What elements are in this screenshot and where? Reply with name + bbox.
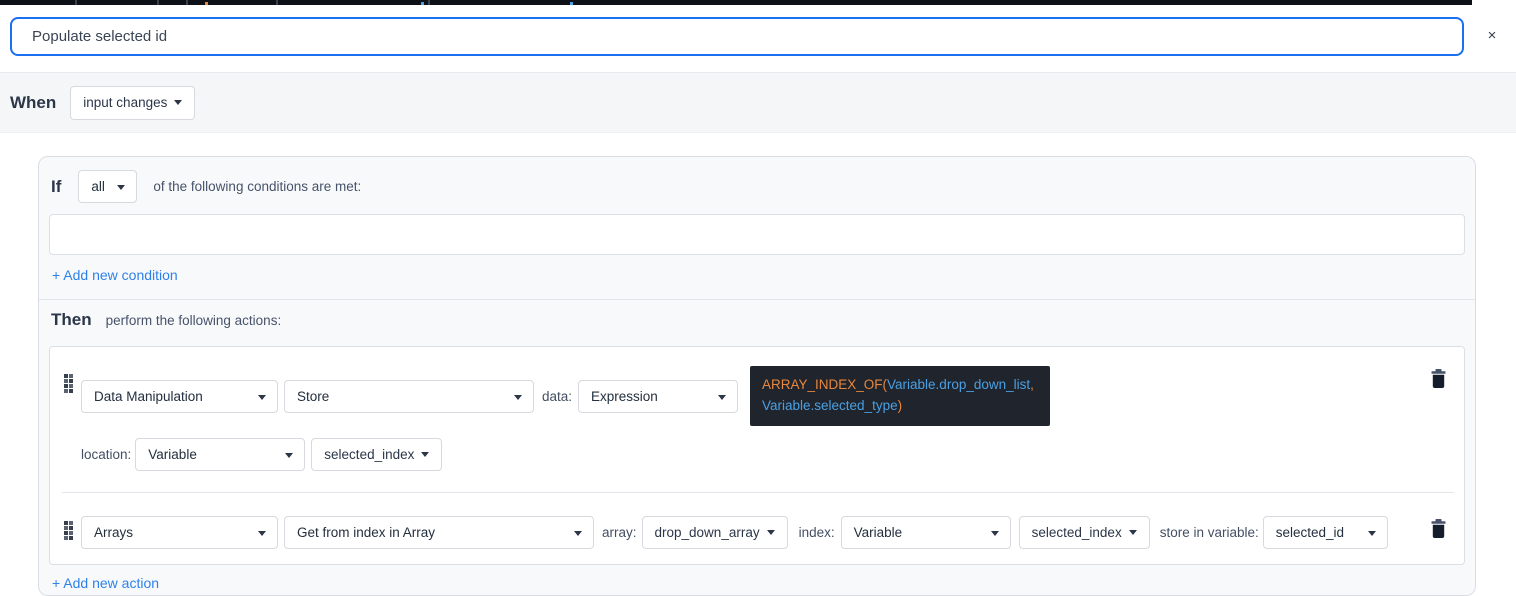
action-operation-value: Store <box>297 389 330 404</box>
data-field-label: data: <box>542 389 573 404</box>
tab-favicon-speck <box>205 2 208 5</box>
chevron-down-icon <box>174 100 183 105</box>
delete-action-icon[interactable] <box>1431 369 1446 392</box>
tab-separator <box>186 0 188 5</box>
chevron-down-icon <box>1128 530 1137 535</box>
chevron-down-icon <box>117 184 126 190</box>
expression-arg2-token: Variable.selected_type <box>762 398 898 413</box>
location-type-value: Variable <box>148 447 197 462</box>
condition-match-dropdown[interactable]: all <box>78 170 138 203</box>
section-divider <box>39 299 1475 300</box>
then-label: Then <box>51 310 92 329</box>
index-field-label: index: <box>798 525 835 540</box>
if-label: If <box>51 176 62 196</box>
when-event-dropdown[interactable]: input changes <box>70 85 196 120</box>
expression-arg1-token: Variable.drop_down_list <box>887 377 1031 392</box>
empty-condition-box[interactable] <box>49 214 1465 255</box>
drag-handle-icon[interactable] <box>64 521 74 541</box>
add-action-button[interactable]: + Add new action <box>52 575 159 591</box>
chevron-down-icon <box>514 394 522 400</box>
when-row: When input changes <box>0 72 1516 133</box>
chevron-down-icon <box>258 394 266 400</box>
index-variable-dropdown[interactable]: selected_index <box>1018 516 1150 549</box>
rule-panel: If all of the following conditions are m… <box>38 156 1476 596</box>
chevron-down-icon <box>990 530 999 536</box>
chevron-down-icon <box>421 452 430 457</box>
data-type-value: Expression <box>591 389 658 404</box>
tab-favicon-speck <box>421 2 424 5</box>
location-field-label: location: <box>81 447 132 462</box>
tab-separator <box>157 0 159 5</box>
data-type-select[interactable]: Expression <box>578 380 739 413</box>
expression-code-editor[interactable]: ARRAY_INDEX_OF(Variable.drop_down_list, … <box>750 366 1050 426</box>
delete-action-icon[interactable] <box>1431 519 1446 542</box>
action-operation-value: Get from index in Array <box>297 525 436 540</box>
expression-close-paren-token: ) <box>897 398 903 413</box>
location-type-select[interactable]: Variable <box>135 438 306 471</box>
close-icon[interactable]: × <box>1481 25 1503 47</box>
action-category-value: Data Manipulation <box>94 389 203 404</box>
action-category-select[interactable]: Arrays <box>81 516 278 549</box>
actions-card: Data Manipulation Store data: Expression… <box>49 346 1465 565</box>
action-operation-select[interactable]: Get from index in Array <box>284 516 594 549</box>
action-operation-select[interactable]: Store <box>284 380 534 413</box>
chevron-down-icon <box>1367 530 1376 536</box>
action-category-value: Arrays <box>94 525 134 540</box>
array-variable-value: drop_down_array <box>654 525 760 540</box>
action-row-2: Arrays Get from index in Array array: dr… <box>81 516 1388 549</box>
expression-comma-token: , <box>1030 377 1034 392</box>
add-condition-button[interactable]: + Add new condition <box>52 267 178 283</box>
then-row: Then perform the following actions: <box>51 310 281 330</box>
tab-separator <box>276 0 278 5</box>
then-suffix-text: perform the following actions: <box>105 312 282 328</box>
if-row: If all of the following conditions are m… <box>51 170 361 203</box>
index-variable-value: selected_index <box>1031 525 1122 540</box>
condition-match-value: all <box>91 179 105 194</box>
store-in-variable-label: store in variable: <box>1159 525 1259 540</box>
when-label: When <box>10 92 57 112</box>
chevron-down-icon <box>766 530 775 535</box>
store-variable-select[interactable]: selected_id <box>1262 516 1388 549</box>
index-type-value: Variable <box>853 525 903 540</box>
array-variable-dropdown[interactable]: drop_down_array <box>641 516 788 549</box>
action-divider <box>62 492 1454 493</box>
browser-tab-strip <box>0 0 1472 5</box>
store-variable-value: selected_id <box>1275 525 1345 540</box>
chevron-down-icon <box>285 452 294 458</box>
chevron-down-icon <box>718 394 727 400</box>
when-event-value: input changes <box>83 95 168 110</box>
action-category-select[interactable]: Data Manipulation <box>81 380 278 413</box>
array-field-label: array: <box>602 525 637 540</box>
location-variable-dropdown[interactable]: selected_index <box>311 438 443 471</box>
tab-separator <box>75 0 77 5</box>
chevron-down-icon <box>574 530 582 536</box>
expression-function-token: ARRAY_INDEX_OF( <box>762 377 888 392</box>
action-row-1-line-1: Data Manipulation Store data: Expression <box>81 380 739 413</box>
chevron-down-icon <box>258 530 266 536</box>
event-name-input[interactable] <box>10 17 1464 56</box>
action-row-1-line-2: location: Variable selected_index <box>81 438 443 471</box>
if-suffix-text: of the following conditions are met: <box>153 179 362 194</box>
drag-handle-icon[interactable] <box>64 374 74 394</box>
tab-favicon-speck <box>570 2 573 5</box>
location-variable-value: selected_index <box>324 447 415 462</box>
index-type-select[interactable]: Variable <box>840 516 1011 549</box>
tab-separator <box>428 0 430 5</box>
